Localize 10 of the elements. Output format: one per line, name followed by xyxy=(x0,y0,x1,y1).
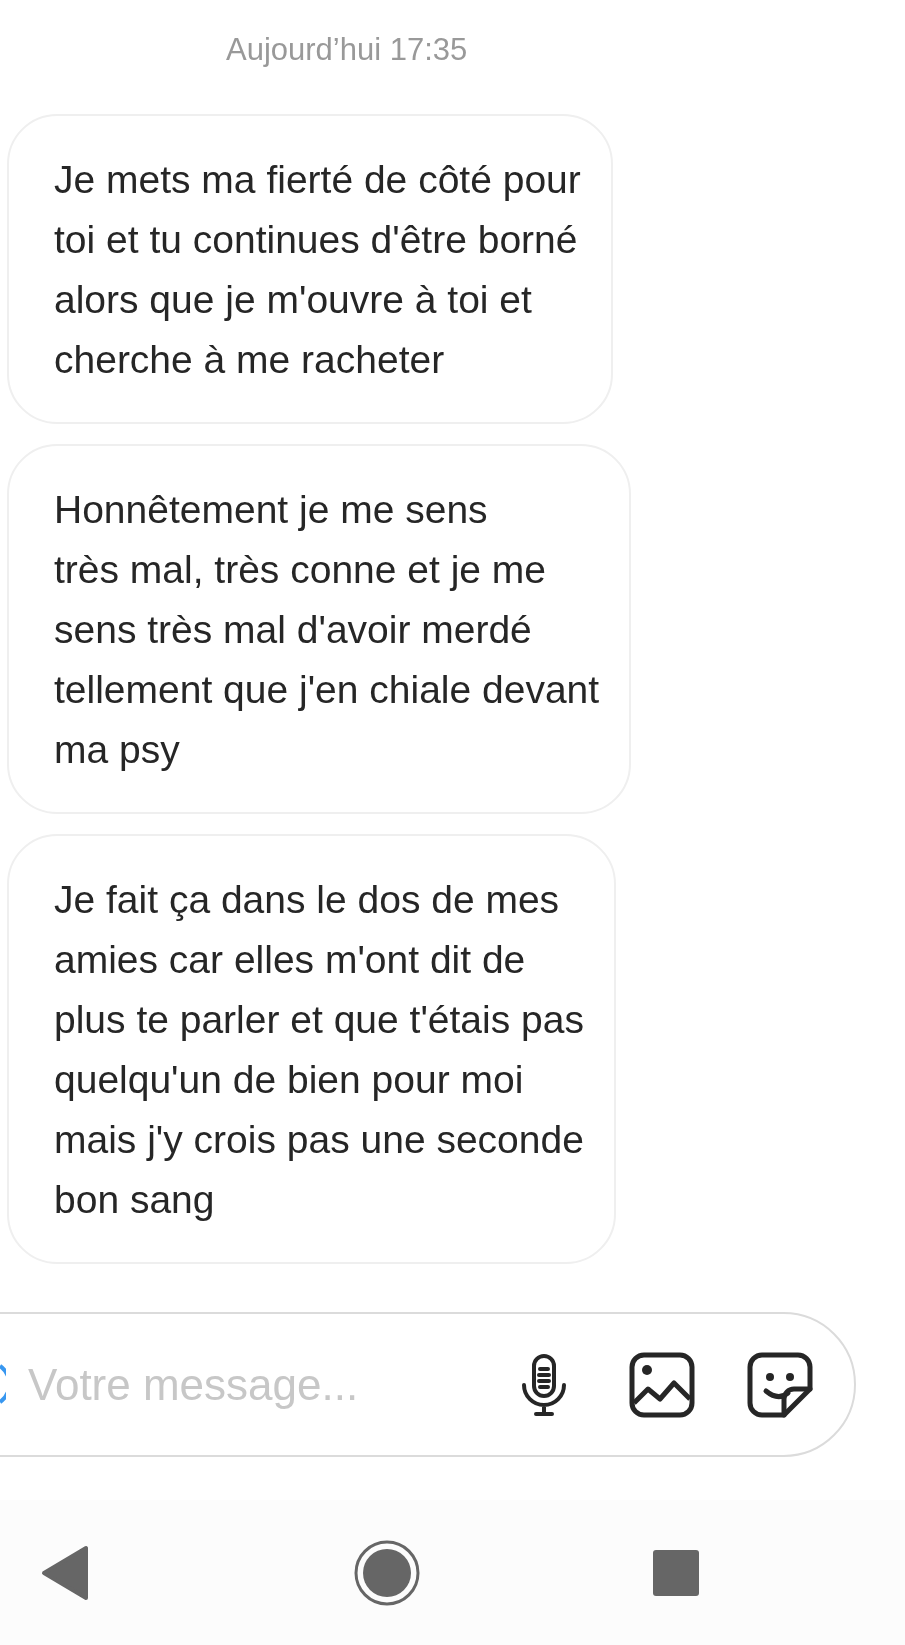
recents-icon[interactable] xyxy=(653,1549,699,1596)
image-icon[interactable] xyxy=(628,1350,696,1419)
timestamp: Aujourd’hui 17:35 xyxy=(226,31,468,69)
sticker-icon[interactable] xyxy=(746,1350,814,1419)
message-bubble: Je fait ça dans le dos de mes amies car elles m'ont dit de plus te parler et que t'étais pas quelqu'un de bien pour moi mais j'y crois pas une seconde bon sang xyxy=(7,834,616,1264)
message-composer[interactable]: Votre message... xyxy=(0,1312,856,1457)
message-bubble: Honnêtement je me sens très mal, très conne et je me sens très mal d'avoir merdé tellement que j'en chiale devant ma psy xyxy=(7,444,632,814)
message-bubble: Je mets ma fierté de côté pour toi et tu continues d'être borné alors que je m'ouvre à toi et cherche à me racheter xyxy=(7,114,613,424)
message-field[interactable]: Votre message... xyxy=(28,1359,488,1410)
home-icon[interactable] xyxy=(353,1538,421,1607)
